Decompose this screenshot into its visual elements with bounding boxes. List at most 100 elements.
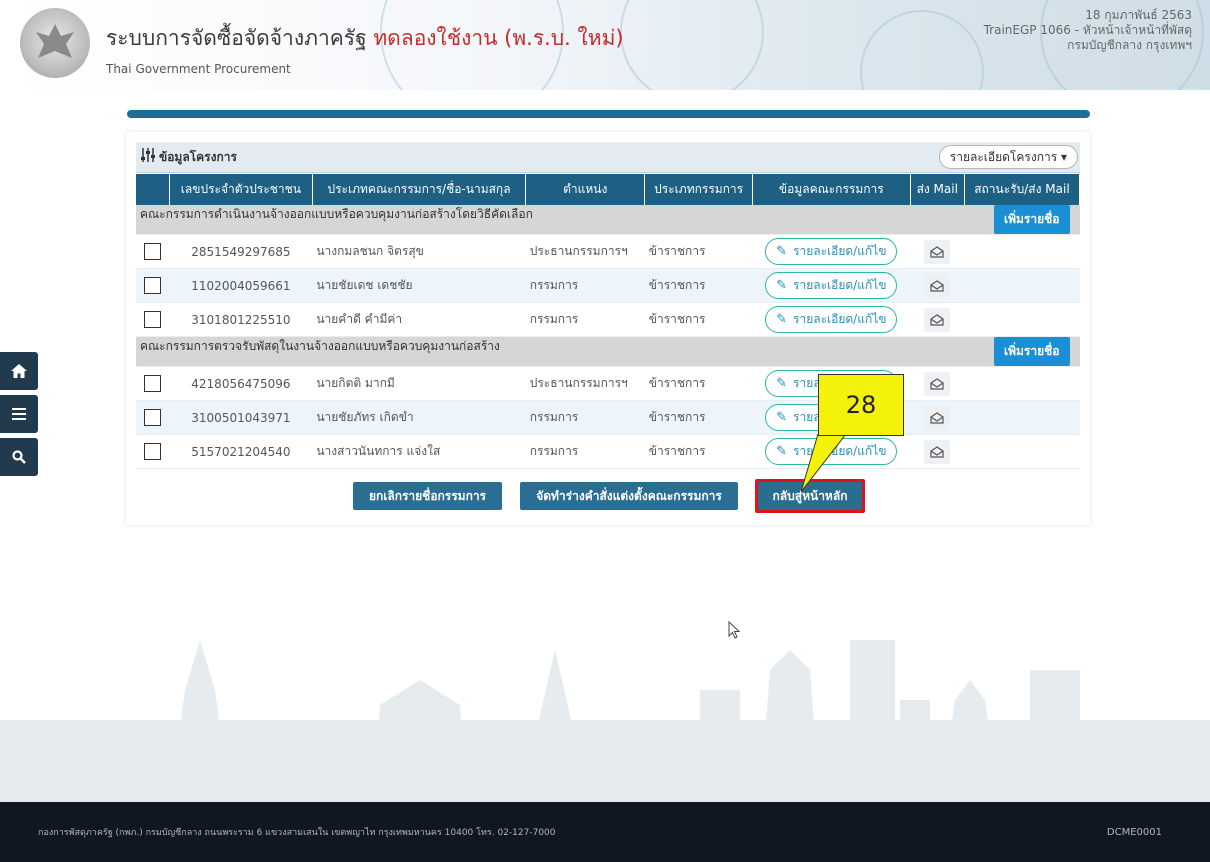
row-id: 4218056475096: [169, 366, 313, 401]
edit-label: รายละเอียด/แก้ไข: [793, 244, 887, 258]
row-name: นายคำดี คำมีค่า: [312, 302, 526, 337]
row-position: ประธานกรรมการฯ: [525, 366, 645, 401]
row-type: ข้าราชการ: [644, 302, 753, 337]
project-panel: ข้อมูลโครงการ รายละเอียดโครงการ ▾ เลขประ…: [126, 132, 1090, 525]
row-checkbox[interactable]: [144, 243, 162, 260]
col-mail-status: สถานะรับ/ส่ง Mail: [964, 174, 1081, 205]
step-callout: 28: [818, 374, 904, 436]
row-mail-status: [964, 268, 1080, 303]
department-name: กรมบัญชีกลาง กรุงเทพฯ: [1067, 38, 1192, 52]
row-id: 1102004059661: [169, 268, 313, 303]
app-title: ระบบการจัดซื้อจัดจ้างภาครัฐ ทดลองใช้งาน …: [106, 22, 624, 55]
group-name: คณะกรรมการตรวจรับพัสดุในงานจ้างออกแบบหรื…: [140, 339, 500, 353]
row-mail-status: [964, 400, 1080, 435]
edit-icon: ✎: [776, 278, 788, 293]
city-skyline-illustration: [0, 640, 1210, 802]
row-position: กรรมการ: [525, 434, 645, 469]
edit-icon: ✎: [776, 444, 788, 459]
progress-bar: [127, 110, 1090, 118]
group-name: คณะกรรมการดำเนินงานจ้างออกแบบหรือควบคุมง…: [140, 207, 533, 221]
row-checkbox[interactable]: [144, 375, 162, 392]
action-bar: ยกเลิกรายชื่อกรรมการ จัดทำร่างคำสั่งแต่ง…: [126, 479, 1090, 513]
sliders-icon: [140, 148, 156, 166]
page-code: DCME0001: [1106, 826, 1162, 838]
edit-icon: ✎: [776, 312, 788, 327]
row-type: ข้าราชการ: [644, 234, 753, 269]
header-checkbox-col: [136, 174, 170, 205]
edit-icon: ✎: [776, 376, 788, 391]
row-position: กรรมการ: [525, 400, 645, 435]
edit-label: รายละเอียด/แก้ไข: [793, 312, 887, 326]
row-id: 5157021204540: [169, 434, 313, 469]
row-type: ข้าราชการ: [644, 434, 753, 469]
cancel-members-button[interactable]: ยกเลิกรายชื่อกรรมการ: [353, 482, 502, 510]
row-position: ประธานกรรมการฯ: [525, 234, 645, 269]
add-member-button[interactable]: เพิ่มรายชื่อ: [994, 205, 1070, 234]
table-row: 2851549297685 นางกมลชนก จิตรสุข ประธานกร…: [136, 234, 1080, 269]
header: ระบบการจัดซื้อจัดจ้างภาครัฐ ทดลองใช้งาน …: [0, 0, 1210, 90]
table-row: 5157021204540 นางสาวนันทการ แจ่งใส กรรมก…: [136, 434, 1080, 469]
row-name: นายกิตติ มากมี: [312, 366, 526, 401]
row-mail-status: [964, 434, 1080, 469]
row-checkbox[interactable]: [144, 277, 162, 294]
footer-address: กองการพัสดุภาครัฐ (กพภ.) กรมบัญชีกลาง ถน…: [38, 828, 556, 838]
search-icon[interactable]: [0, 438, 38, 476]
row-name: นายชัยภัทร เกิดขำ: [312, 400, 526, 435]
group-row: คณะกรรมการตรวจรับพัสดุในงานจ้างออกแบบหรื…: [136, 336, 1080, 367]
edit-detail-button[interactable]: ✎ รายละเอียด/แก้ไข: [765, 238, 898, 265]
user-name: TrainEGP 1066 - หัวหน้าเจ้าหน้าที่พัสดุ: [983, 23, 1192, 37]
col-type: ประเภทกรรมการ: [644, 174, 754, 205]
row-mail-status: [964, 366, 1080, 401]
home-icon[interactable]: [0, 352, 38, 390]
mail-icon[interactable]: [924, 273, 951, 298]
row-checkbox[interactable]: [144, 311, 162, 328]
table-row: 3100501043971 นายชัยภัทร เกิดขำ กรรมการ …: [136, 400, 1080, 435]
row-type: ข้าราชการ: [644, 268, 753, 303]
app-title-main: ระบบการจัดซื้อจัดจ้างภาครัฐ: [106, 26, 367, 50]
mail-icon[interactable]: [924, 439, 951, 464]
edit-detail-button[interactable]: ✎ รายละเอียด/แก้ไข: [765, 272, 898, 299]
mail-icon[interactable]: [924, 405, 951, 430]
menu-icon[interactable]: [0, 395, 38, 433]
row-name: นางกมลชนก จิตรสุข: [312, 234, 526, 269]
group-row: คณะกรรมการดำเนินงานจ้างออกแบบหรือควบคุมง…: [136, 205, 1080, 235]
row-mail-status: [964, 302, 1080, 337]
row-type: ข้าราชการ: [644, 366, 753, 401]
col-position: ตำแหน่ง: [525, 174, 646, 205]
draft-order-button[interactable]: จัดทำร่างคำสั่งแต่งตั้งคณะกรรมการ: [520, 482, 738, 510]
current-date: 18 กุมภาพันธ์ 2563: [1085, 8, 1192, 22]
edit-icon: ✎: [776, 410, 788, 425]
table-row: 1102004059661 นายชัยเดช เดชชัย กรรมการ ข…: [136, 268, 1080, 303]
row-id: 3101801225510: [169, 302, 313, 337]
row-id: 3100501043971: [169, 400, 313, 435]
row-checkbox[interactable]: [144, 443, 162, 460]
table-header-row: เลขประจำตัวประชาชน ประเภทคณะกรรมการ/ชื่อ…: [136, 174, 1081, 205]
mail-icon[interactable]: [924, 239, 951, 264]
edit-detail-button[interactable]: ✎ รายละเอียด/แก้ไข: [765, 306, 898, 333]
row-mail-status: [964, 234, 1080, 269]
table-row: 3101801225510 นายคำดี คำมีค่า กรรมการ ข้…: [136, 302, 1080, 337]
department-logo: [20, 8, 90, 78]
committee-table: เลขประจำตัวประชาชน ประเภทคณะกรรมการ/ชื่อ…: [136, 174, 1081, 469]
row-position: กรรมการ: [525, 268, 645, 303]
mail-icon[interactable]: [924, 307, 951, 332]
project-detail-dropdown[interactable]: รายละเอียดโครงการ ▾: [938, 145, 1078, 169]
mail-icon[interactable]: [924, 371, 951, 396]
row-position: กรรมการ: [525, 302, 645, 337]
col-info: ข้อมูลคณะกรรมการ: [752, 174, 911, 205]
footer: กองการพัสดุภาครัฐ (กพภ.) กรมบัญชีกลาง ถน…: [0, 802, 1210, 862]
callout-pointer: [801, 434, 847, 493]
side-nav: [0, 352, 40, 481]
col-name: ประเภทคณะกรรมการ/ชื่อ-นามสกุล: [312, 174, 527, 205]
panel-header: ข้อมูลโครงการ รายละเอียดโครงการ ▾: [136, 142, 1080, 173]
table-row: 4218056475096 นายกิตติ มากมี ประธานกรรมก…: [136, 366, 1080, 401]
app-subtitle: Thai Government Procurement: [106, 62, 291, 76]
user-info: 18 กุมภาพันธ์ 2563 TrainEGP 1066 - หัวหน…: [984, 8, 1192, 53]
edit-icon: ✎: [776, 244, 788, 259]
col-id: เลขประจำตัวประชาชน: [169, 174, 313, 205]
row-type: ข้าราชการ: [644, 400, 753, 435]
edit-label: รายละเอียด/แก้ไข: [793, 278, 887, 292]
panel-title: ข้อมูลโครงการ: [159, 149, 237, 164]
row-checkbox[interactable]: [144, 409, 162, 426]
add-member-button[interactable]: เพิ่มรายชื่อ: [994, 337, 1070, 366]
